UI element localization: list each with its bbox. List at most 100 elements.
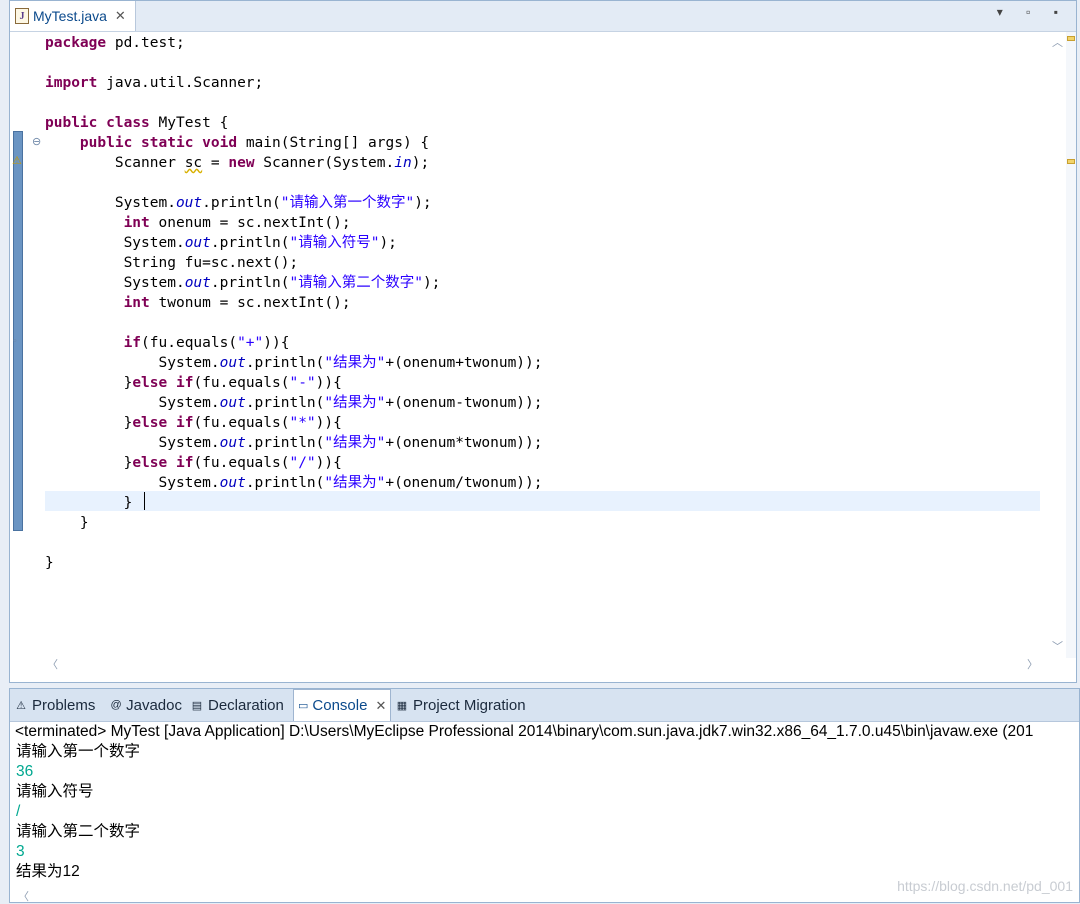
tab-javadoc[interactable]: @ Javadoc (106, 689, 186, 721)
scroll-right-icon[interactable]: 〉 (1027, 656, 1038, 672)
code-area[interactable]: package pd.test; import java.util.Scanner… (45, 31, 1040, 659)
code-line[interactable]: System.out.println("结果为"+(onenum*twonum)… (45, 433, 542, 453)
horizontal-scrollbar[interactable]: 〈 〉 (45, 654, 1040, 672)
overview-warning-marker[interactable] (1067, 36, 1075, 41)
code-line[interactable]: public class MyTest { (45, 113, 228, 133)
code-line[interactable]: System.out.println("结果为"+(onenum-twonum)… (45, 393, 542, 413)
overview-ruler[interactable] (1066, 32, 1076, 658)
keyword-token: else (132, 375, 168, 391)
warning-icon[interactable]: ⚠ (12, 154, 22, 167)
keyword-token: if (175, 375, 194, 391)
code-line[interactable]: int onenum = sc.nextInt(); (45, 213, 351, 233)
string-token: "结果为" (324, 475, 386, 491)
code-line[interactable]: System.out.println("请输入第二个数字"); (45, 273, 441, 293)
code-token: System. (45, 395, 220, 411)
vertical-scrollbar[interactable]: ︿ ﹀ (1048, 32, 1066, 658)
close-icon[interactable]: ✕ (375, 698, 386, 714)
fold-collapse-icon[interactable]: ⊖ (32, 135, 41, 148)
tab-declaration[interactable]: ▤ Declaration (186, 689, 293, 721)
string-token: "请输入符号" (289, 235, 380, 251)
code-token: Scanner (45, 155, 185, 171)
editor-tab-title: MyTest.java (33, 8, 107, 24)
tab-problems[interactable]: ⚠ Problems (10, 689, 106, 721)
string-token: "请输入第一个数字" (280, 195, 415, 211)
problems-icon: ⚠ (16, 699, 26, 712)
string-token: "结果为" (324, 355, 386, 371)
code-token: Scanner(System. (254, 155, 395, 171)
code-line[interactable]: String fu=sc.next(); (45, 253, 299, 273)
code-token: .println( (245, 475, 325, 491)
keyword-token: package (45, 35, 107, 51)
console-view: ⚠ Problems @ Javadoc ▤ Declaration ▭ Console ✕ ▦ P… (9, 688, 1080, 903)
scroll-up-icon[interactable]: ︿ (1052, 34, 1063, 50)
code-line[interactable]: } (45, 493, 133, 513)
code-token: ); (414, 195, 432, 211)
code-token: } (45, 515, 89, 531)
tab-console[interactable]: ▭ Console ✕ (293, 689, 391, 721)
tab-label: Javadoc (126, 696, 182, 714)
console-input-line: / (16, 803, 21, 820)
code-token: String fu=sc.next(); (45, 255, 299, 271)
code-line[interactable]: System.out.println("结果为"+(onenum+twonum)… (45, 353, 542, 373)
field-token: out (219, 475, 246, 491)
console-output-line: 请输入第二个数字 (16, 823, 141, 840)
field-token: out (219, 435, 246, 451)
scroll-left-icon[interactable]: 〈 (18, 888, 29, 904)
console-horizontal-scrollbar[interactable]: 〈 (10, 888, 1079, 904)
code-line[interactable]: } (45, 513, 89, 533)
keyword-token: public (45, 115, 98, 131)
keyword-token: void (202, 135, 238, 151)
console-output-line: 请输入符号 (16, 783, 94, 800)
code-line[interactable]: }else if(fu.equals("-")){ (45, 373, 342, 393)
overview-warning-marker[interactable] (1067, 159, 1075, 164)
code-token: .println( (245, 355, 325, 371)
editor-tab-bar: J MyTest.java ✕ ▾ ▫ ▪ (10, 1, 1076, 32)
tab-project-migration[interactable]: ▦ Project Migration (391, 689, 551, 721)
code-line[interactable]: System.out.println("结果为"+(onenum/twonum)… (45, 473, 543, 493)
code-line[interactable]: Scanner sc = new Scanner(System.in); (45, 153, 429, 173)
code-line[interactable]: System.out.println("请输入第一个数字"); (45, 193, 432, 213)
code-line[interactable]: int twonum = sc.nextInt(); (45, 293, 351, 313)
string-token: "结果为" (324, 435, 386, 451)
code-token: )){ (315, 415, 342, 431)
console-tab-bar: ⚠ Problems @ Javadoc ▤ Declaration ▭ Console ✕ ▦ P… (10, 689, 1079, 722)
code-token: +(onenum/twonum)); (385, 475, 543, 491)
code-token: twonum = sc.nextInt(); (149, 295, 351, 311)
code-line[interactable]: package pd.test; (45, 33, 185, 53)
code-token: (fu.equals( (193, 415, 290, 431)
close-icon[interactable]: ✕ (115, 8, 126, 24)
tab-label: Console (312, 697, 368, 714)
code-line[interactable]: System.out.println("请输入符号"); (45, 233, 397, 253)
code-token: onenum = sc.nextInt(); (149, 215, 351, 231)
code-token: } (45, 555, 54, 571)
java-file-icon: J (15, 8, 29, 24)
code-line[interactable]: }else if(fu.equals("/")){ (45, 453, 342, 473)
keyword-token: int (123, 215, 150, 231)
keyword-token: static (141, 135, 194, 151)
code-token: } (45, 495, 133, 511)
console-icon: ▭ (298, 700, 309, 712)
code-line[interactable]: }else if(fu.equals("*")){ (45, 413, 342, 433)
code-line[interactable]: if(fu.equals("+")){ (45, 333, 290, 353)
code-token: .println( (245, 435, 325, 451)
code-line[interactable]: public static void main(String[] args) { (45, 133, 429, 153)
scroll-left-icon[interactable]: 〈 (47, 656, 58, 672)
scroll-down-icon[interactable]: ﹀ (1052, 638, 1063, 654)
keyword-token: class (106, 115, 150, 131)
code-token: System. (45, 435, 220, 451)
code-line[interactable]: } (45, 553, 54, 573)
code-token: )){ (263, 335, 290, 351)
code-token: MyTest { (149, 115, 229, 131)
editor-tab-mytest[interactable]: J MyTest.java ✕ (10, 1, 136, 31)
code-line[interactable]: import java.util.Scanner; (45, 73, 263, 93)
keyword-token: new (228, 155, 255, 171)
code-token: pd.test; (106, 35, 185, 51)
window-controls[interactable]: ▾ ▫ ▪ (997, 5, 1068, 19)
